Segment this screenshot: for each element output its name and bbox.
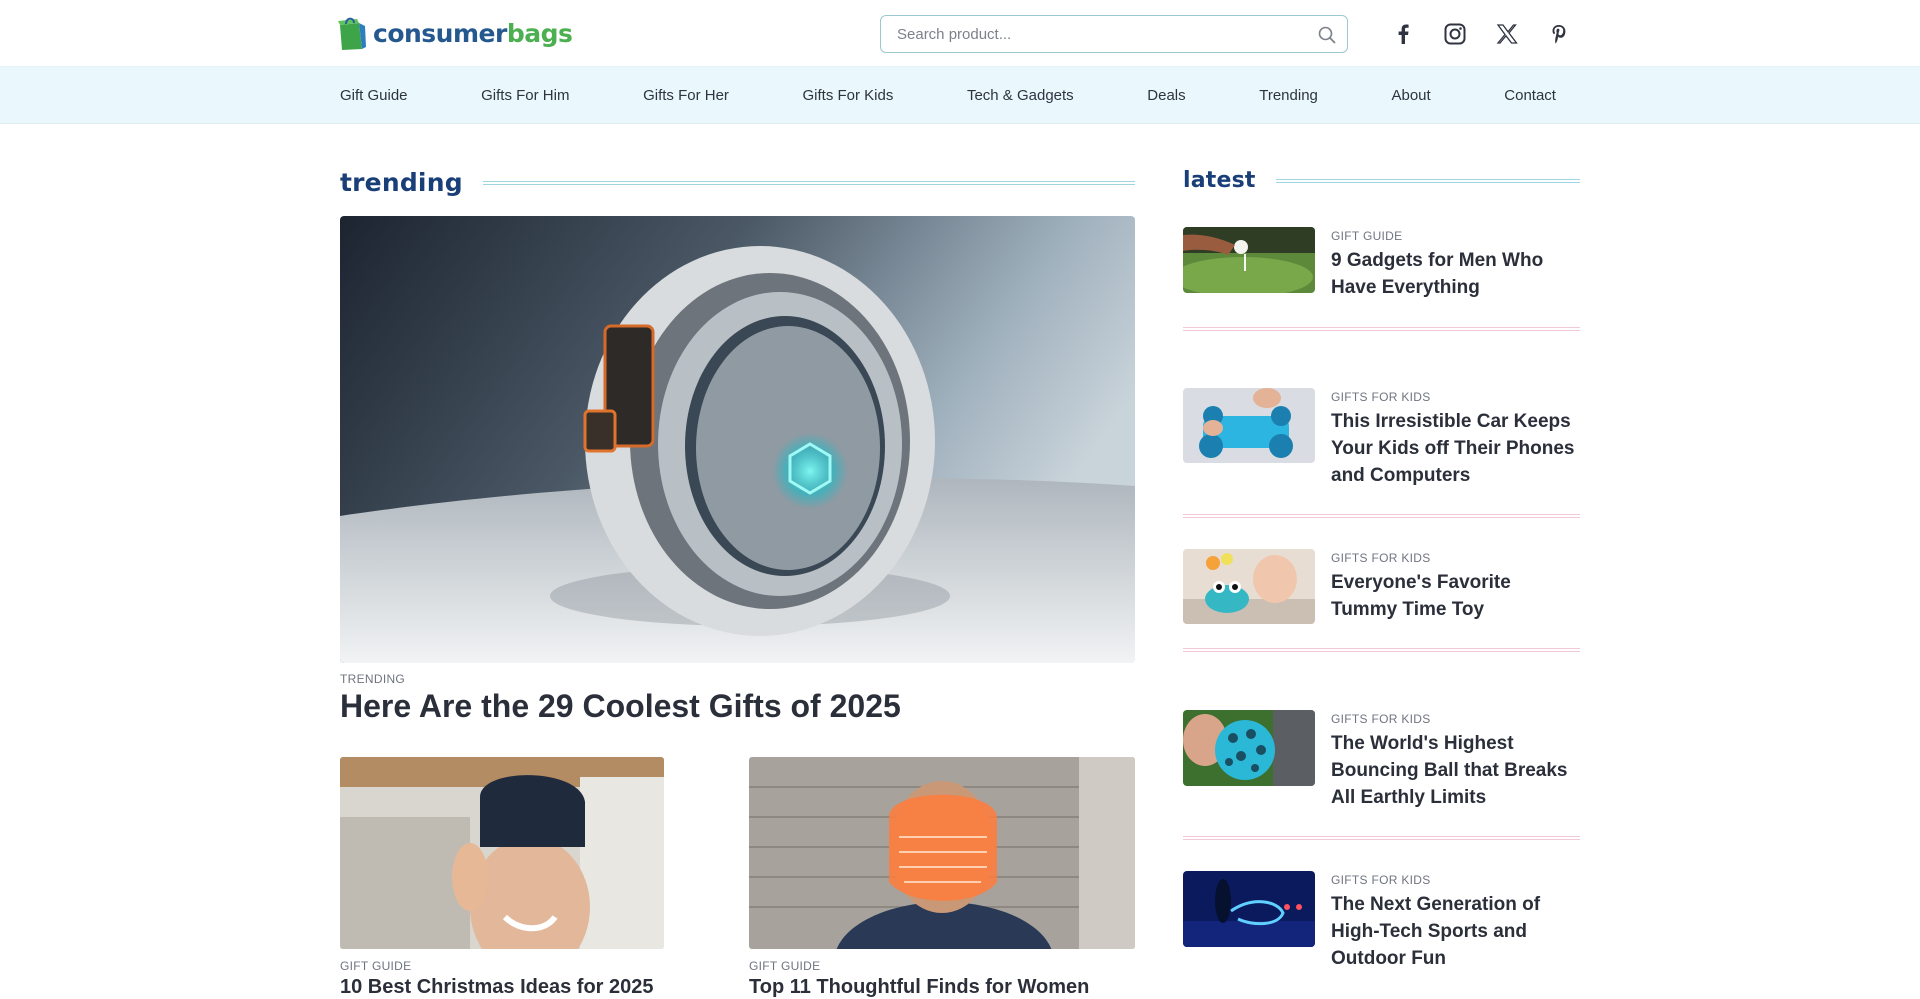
latest-item[interactable]: GIFTS FOR KIDS The Next Generation of Hi… [1183, 871, 1580, 991]
search-input[interactable] [881, 16, 1281, 52]
card-title[interactable]: Top 11 Thoughtful Finds for Women [749, 976, 1089, 999]
latest-thumbnail[interactable] [1183, 871, 1315, 947]
nav-item-deals[interactable]: Deals [1147, 87, 1185, 104]
heading-divider [482, 180, 1135, 185]
card-image-christmas-ideas[interactable] [340, 757, 664, 949]
logo-text-consumer: consumer [373, 18, 507, 48]
latest-title[interactable]: The World's Highest Bouncing Ball that B… [1331, 730, 1576, 811]
latest-divider [1183, 648, 1580, 652]
nav-item-gifts-for-her[interactable]: Gifts For Her [643, 87, 729, 104]
card-title[interactable]: 10 Best Christmas Ideas for 2025 [340, 976, 654, 999]
card-kicker: GIFT GUIDE [749, 959, 821, 973]
social-links [1390, 21, 1572, 47]
logo-wordmark: consumerbags [373, 18, 573, 48]
latest-item[interactable]: GIFTS FOR KIDS Everyone's Favorite Tummy… [1183, 549, 1580, 659]
hero-kicker: TRENDING [340, 672, 406, 686]
card-kicker: GIFT GUIDE [340, 959, 412, 973]
facebook-icon[interactable] [1390, 21, 1416, 47]
hero-image[interactable] [340, 216, 1135, 663]
latest-kicker: GIFTS FOR KIDS [1331, 390, 1431, 404]
nav-item-gift-guide[interactable]: Gift Guide [340, 87, 408, 104]
trending-title: trending [340, 168, 463, 197]
card-image-thoughtful-finds[interactable] [749, 757, 1135, 949]
instagram-icon[interactable] [1442, 21, 1468, 47]
latest-divider [1183, 327, 1580, 331]
logo-text-bags: bags [506, 18, 573, 48]
site-logo[interactable]: consumerbags [337, 15, 573, 51]
latest-title[interactable]: 9 Gadgets for Men Who Have Everything [1331, 247, 1576, 301]
latest-kicker: GIFTS FOR KIDS [1331, 873, 1431, 887]
trending-heading: trending [340, 168, 1135, 197]
x-icon[interactable] [1494, 21, 1520, 47]
latest-thumbnail[interactable] [1183, 388, 1315, 463]
main-nav: Gift Guide Gifts For Him Gifts For Her G… [0, 67, 1920, 124]
latest-title[interactable]: Everyone's Favorite Tummy Time Toy [1331, 569, 1576, 623]
latest-divider [1183, 514, 1580, 518]
nav-item-gifts-for-him[interactable]: Gifts For Him [481, 87, 569, 104]
latest-heading: latest [1183, 168, 1580, 193]
latest-thumbnail[interactable] [1183, 549, 1315, 624]
hero-title[interactable]: Here Are the 29 Coolest Gifts of 2025 [340, 688, 901, 725]
nav-item-about[interactable]: About [1391, 87, 1430, 104]
latest-item[interactable]: GIFT GUIDE 9 Gadgets for Men Who Have Ev… [1183, 227, 1580, 337]
latest-thumbnail[interactable] [1183, 227, 1315, 293]
search-icon[interactable] [1317, 25, 1337, 45]
latest-kicker: GIFTS FOR KIDS [1331, 712, 1431, 726]
nav-item-tech-gadgets[interactable]: Tech & Gadgets [967, 87, 1074, 104]
latest-kicker: GIFTS FOR KIDS [1331, 551, 1431, 565]
search-box [880, 15, 1348, 53]
latest-kicker: GIFT GUIDE [1331, 229, 1403, 243]
latest-divider [1183, 836, 1580, 840]
latest-title[interactable]: This Irresistible Car Keeps Your Kids of… [1331, 408, 1576, 489]
pinterest-icon[interactable] [1546, 21, 1572, 47]
nav-item-trending[interactable]: Trending [1259, 87, 1318, 104]
site-header: consumerbags [0, 0, 1920, 67]
latest-item[interactable]: GIFTS FOR KIDS This Irresistible Car Kee… [1183, 388, 1580, 508]
latest-title: latest [1183, 168, 1256, 193]
nav-item-contact[interactable]: Contact [1504, 87, 1556, 104]
bag-logo-icon [338, 17, 366, 50]
latest-title[interactable]: The Next Generation of High-Tech Sports … [1331, 891, 1576, 972]
latest-item[interactable]: GIFTS FOR KIDS The World's Highest Bounc… [1183, 710, 1580, 830]
heading-divider [1275, 178, 1580, 183]
latest-thumbnail[interactable] [1183, 710, 1315, 786]
nav-item-gifts-for-kids[interactable]: Gifts For Kids [803, 87, 894, 104]
